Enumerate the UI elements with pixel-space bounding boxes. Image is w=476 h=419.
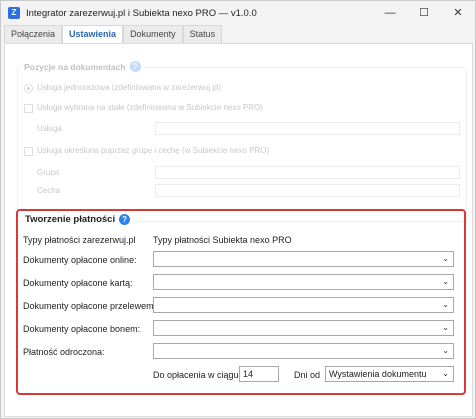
days-from-value: Wystawienia dokumentu xyxy=(329,369,427,379)
option-fixed-label: Usługa wybrana na stałe (zdefiniowana w … xyxy=(37,103,263,112)
tab-dokumenty[interactable]: Dokumenty xyxy=(123,25,183,43)
app-window: Z Integrator zarezerwuj.pl i Subiekta ne… xyxy=(0,0,476,419)
option-group-label: Usługa określona poprzez grupę i cechę (… xyxy=(37,146,270,155)
payments-title: Tworzenie płatności xyxy=(25,214,116,225)
info-icon[interactable]: ? xyxy=(119,214,131,225)
online-payment-select[interactable]: ⌄ xyxy=(153,251,454,267)
chevron-down-icon: ⌄ xyxy=(442,346,449,355)
cecha-label: Cecha xyxy=(37,186,61,195)
usluga-select[interactable] xyxy=(155,122,460,135)
grupa-select[interactable] xyxy=(155,166,460,179)
chevron-down-icon: ⌄ xyxy=(442,277,449,286)
tab-polaczenia[interactable]: Połączenia xyxy=(4,25,63,43)
close-button[interactable]: ✕ xyxy=(441,1,475,25)
maximize-button[interactable]: ☐ xyxy=(407,1,441,25)
option-one-time-label: Usługa jednorazowa (zdefiniowana w zarez… xyxy=(37,83,222,92)
cecha-select[interactable] xyxy=(155,184,460,197)
payments-legend: Tworzenie płatności ? xyxy=(22,214,134,225)
card-label: Dokumenty opłacone kartą: xyxy=(23,278,133,288)
usluga-label: Usługa xyxy=(37,124,62,133)
info-icon[interactable]: ? xyxy=(129,61,141,72)
transfer-label: Dokumenty opłacone przelewem: xyxy=(23,301,157,311)
chevron-down-icon: ⌄ xyxy=(442,369,449,378)
due-days-input[interactable]: 14 xyxy=(239,366,279,382)
option-fixed-checkbox[interactable] xyxy=(24,104,33,113)
app-logo-icon: Z xyxy=(8,7,20,19)
left-column-header: Typy płatności zarezerwuj.pl xyxy=(23,235,136,245)
online-label: Dokumenty opłacone online: xyxy=(23,255,137,265)
minimize-button[interactable]: — xyxy=(373,1,407,25)
title-bar: Z Integrator zarezerwuj.pl i Subiekta ne… xyxy=(1,1,475,25)
right-column-header: Typy płatności Subiekta nexo PRO xyxy=(153,235,292,245)
positions-title: Pozycje na dokumentach xyxy=(24,61,126,72)
tab-status[interactable]: Status xyxy=(182,25,223,43)
deferred-label: Płatność odroczona: xyxy=(23,347,105,357)
deferred-payment-select[interactable]: ⌄ xyxy=(153,343,454,359)
transfer-payment-select[interactable]: ⌄ xyxy=(153,297,454,313)
voucher-payment-select[interactable]: ⌄ xyxy=(153,320,454,336)
card-payment-select[interactable]: ⌄ xyxy=(153,274,454,290)
tab-ustawienia[interactable]: Ustawienia xyxy=(62,25,124,43)
chevron-down-icon: ⌄ xyxy=(442,323,449,332)
chevron-down-icon: ⌄ xyxy=(442,254,449,263)
due-days-label: Do opłacenia w ciągu: xyxy=(153,370,242,380)
grupa-label: Grupa xyxy=(37,168,60,177)
chevron-down-icon: ⌄ xyxy=(442,300,449,309)
option-group-checkbox[interactable] xyxy=(24,147,33,156)
days-from-select[interactable]: Wystawienia dokumentu ⌄ xyxy=(325,366,454,382)
days-from-label: Dni od xyxy=(294,370,321,380)
voucher-label: Dokumenty opłacone bonem: xyxy=(23,324,141,334)
option-one-time-radio[interactable] xyxy=(24,84,33,93)
positions-legend: Pozycje na dokumentach ? xyxy=(21,61,144,72)
tab-bar: Połączenia Ustawienia Dokumenty Status xyxy=(4,25,223,43)
window-title: Integrator zarezerwuj.pl i Subiekta nexo… xyxy=(26,7,257,19)
